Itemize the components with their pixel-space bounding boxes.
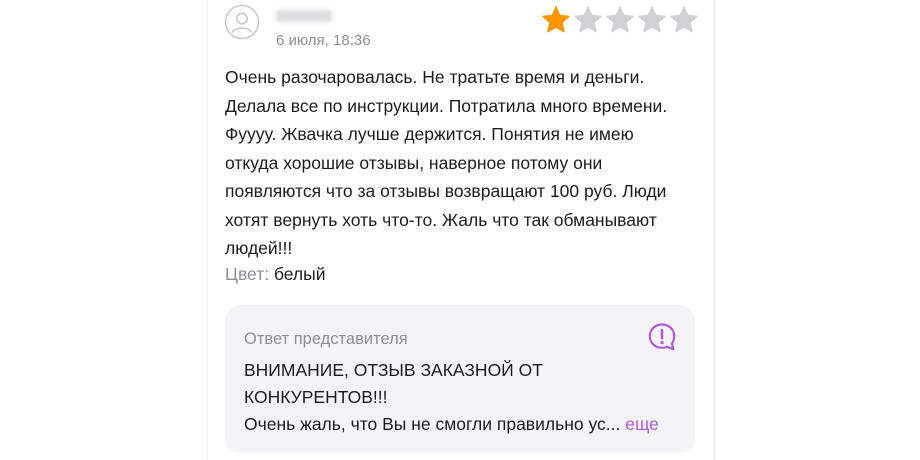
- answer-line-text: Очень жаль, что Вы не смогли правильно у…: [244, 414, 621, 434]
- review-text-line: появляются что за отзывы возвращают 100 …: [225, 181, 667, 201]
- question-chat-icon: [648, 323, 676, 351]
- author-name-blurred: [276, 10, 332, 22]
- review-text: Очень разочаровалась. Не тратьте время и…: [225, 63, 705, 263]
- seller-answer: Ответ представителя ВНИМАНИЕ, ОТЗЫВ ЗАКА…: [225, 305, 695, 453]
- answer-line-text: КОНКУРЕНТОВ!!!: [244, 387, 388, 407]
- more-link[interactable]: еще: [625, 414, 659, 434]
- color-label: Цвет:: [225, 264, 270, 284]
- review-text-line: людей!!!: [225, 238, 293, 258]
- review-text-line: Очень разочаровалась. Не тратьте время и…: [225, 67, 645, 87]
- review-text-line: Фуууу. Жвачка лучше держится. Понятия не…: [225, 124, 634, 144]
- product-color: Цвет: белый: [225, 262, 326, 286]
- star-empty-icon: [574, 6, 602, 33]
- answer-text-line: КОНКУРЕНТОВ!!!: [244, 384, 684, 411]
- review-text-line: откуда хорошие отзывы, наверное потому о…: [225, 152, 603, 173]
- star-empty-icon: [638, 6, 666, 33]
- answer-text: ВНИМАНИЕ, ОТЗЫВ ЗАКАЗНОЙ ОТ КОНКУРЕНТОВ!!…: [244, 357, 684, 438]
- star-empty-icon: [670, 6, 698, 33]
- answer-text-line: Очень жаль, что Вы не смогли правильно у…: [244, 411, 684, 438]
- answer-line-text: ВНИМАНИЕ, ОТЗЫВ ЗАКАЗНОЙ ОТ: [244, 360, 543, 380]
- review-text-line: Делала все по инструкции. Потратила мног…: [225, 95, 668, 116]
- answer-text-line: ВНИМАНИЕ, ОТЗЫВ ЗАКАЗНОЙ ОТ: [244, 357, 684, 384]
- review-text-line: хотят вернуть хоть что-то. Жаль что так …: [225, 209, 657, 230]
- answer-title: Ответ представителя: [244, 330, 408, 348]
- color-value: белый: [273, 264, 326, 284]
- star-filled-icon: [542, 6, 570, 33]
- star-empty-icon: [606, 6, 634, 33]
- review-date: 6 июля, 18:36: [276, 32, 371, 49]
- rating-stars: [541, 5, 699, 35]
- user-avatar-icon: [224, 4, 260, 40]
